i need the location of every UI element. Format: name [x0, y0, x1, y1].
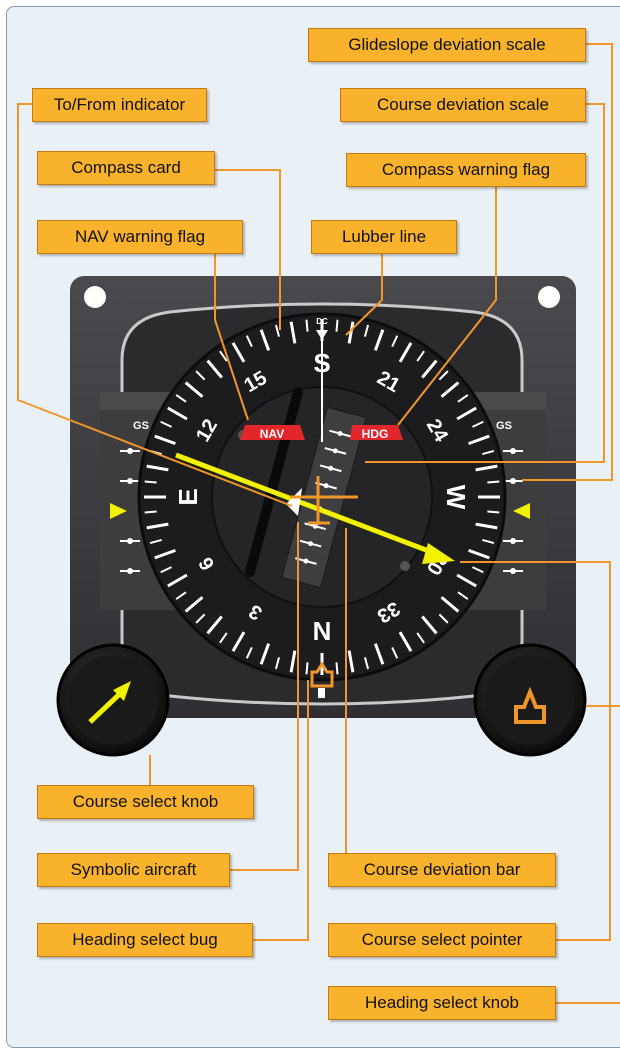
compass-tick [335, 319, 339, 332]
compass-tick [305, 319, 309, 332]
label-course-deviation-bar: Course deviation bar [328, 853, 556, 887]
compass-tick [487, 510, 500, 514]
compass-tick [487, 480, 500, 484]
label-compass-warning-flag: Compass warning flag [346, 153, 586, 187]
hdg-flag-label: HDG [362, 427, 389, 441]
compass-label-E: E [173, 488, 203, 505]
mounting-hole-left [84, 286, 106, 308]
diagram-stage: GS GS S 21 24 W 30 33 N 3 6 E 12 15 NAV … [0, 0, 620, 1048]
compass-tick [144, 480, 157, 484]
label-course-deviation-scale: Course deviation scale [340, 88, 586, 122]
inner-screw-right [400, 561, 410, 571]
label-compass-card: Compass card [37, 151, 215, 185]
compass-tick [305, 662, 309, 675]
label-heading-select-knob: Heading select knob [328, 986, 556, 1020]
label-lubber-line: Lubber line [311, 220, 457, 254]
label-course-select-pointer: Course select pointer [328, 923, 556, 957]
label-nav-warning-flag: NAV warning flag [37, 220, 243, 254]
compass-label-N: N [313, 616, 332, 646]
label-to-from-indicator: To/From indicator [32, 88, 207, 122]
mounting-hole-right [538, 286, 560, 308]
gs-right-label: GS [496, 420, 512, 432]
bottom-index [318, 688, 325, 698]
compass-label-W: W [441, 485, 471, 510]
label-glideslope-deviation-scale: Glideslope deviation scale [308, 28, 586, 62]
label-symbolic-aircraft: Symbolic aircraft [37, 853, 230, 887]
label-heading-select-bug: Heading select bug [37, 923, 253, 957]
compass-tick [144, 510, 157, 514]
heading-select-knob[interactable] [473, 643, 587, 757]
dc-label: DC [316, 317, 328, 326]
compass-tick [335, 662, 339, 675]
gs-left-label: GS [133, 420, 149, 432]
course-select-knob[interactable] [56, 643, 170, 757]
nav-flag-label: NAV [260, 427, 284, 441]
label-course-select-knob: Course select knob [37, 785, 254, 819]
